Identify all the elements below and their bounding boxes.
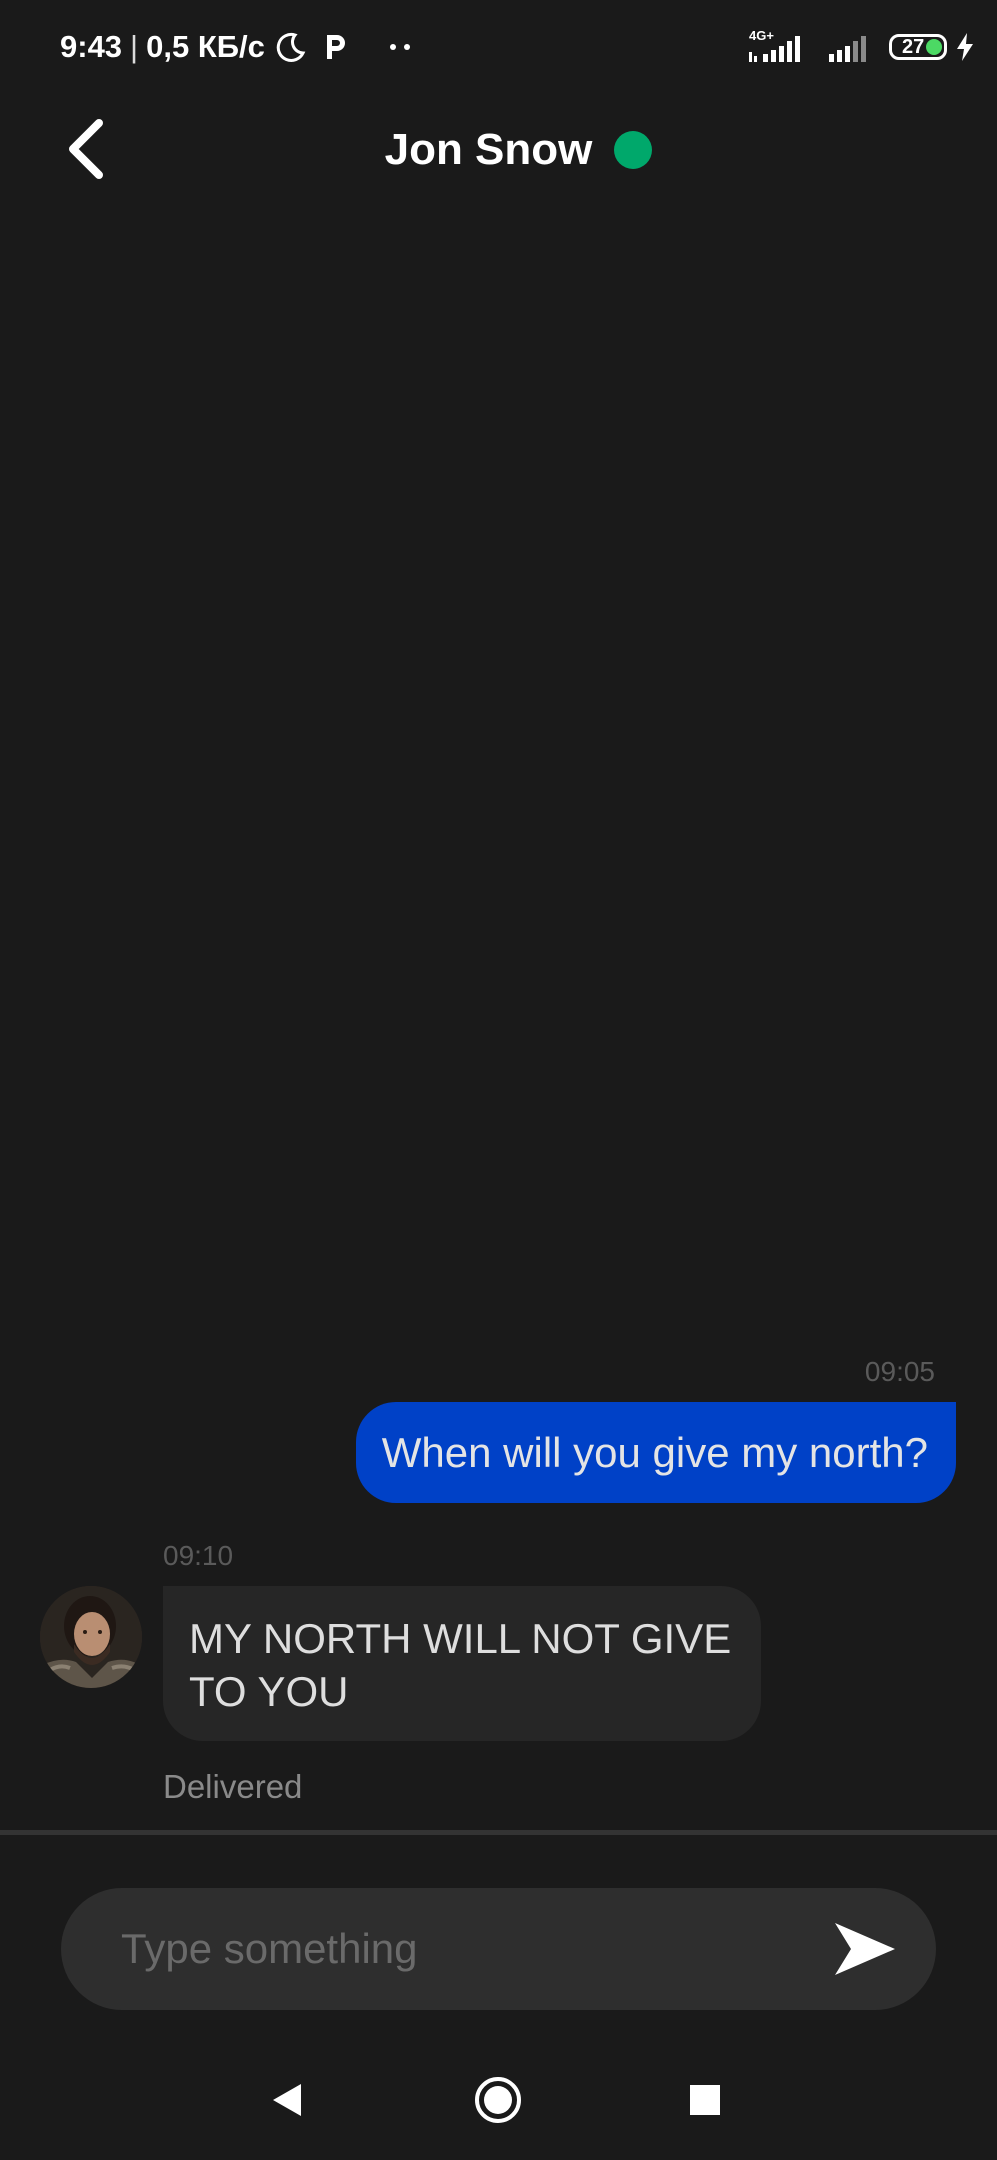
- sent-message-bubble[interactable]: When will you give my north?: [355, 1402, 956, 1503]
- status-time: 9:43: [60, 29, 123, 64]
- signal-icon-2: [829, 36, 866, 62]
- signal-4g: 4G+: [749, 28, 811, 64]
- nav-recents-button[interactable]: [665, 2060, 745, 2140]
- avatar-image: [40, 1586, 142, 1688]
- triangle-back-icon: [273, 2084, 301, 2116]
- battery-icon: 27: [889, 34, 947, 60]
- sent-message-time: 09:05: [864, 1356, 935, 1387]
- dots-icon: [389, 44, 410, 50]
- system-nav-bar: [0, 2060, 997, 2140]
- battery-level: [926, 39, 942, 55]
- delivery-status: Delivered: [163, 1768, 303, 1805]
- nav-back-button[interactable]: [248, 2060, 328, 2140]
- contact-name: Jon Snow: [384, 125, 593, 174]
- received-message-text: MY NORTH WILL NOT GIVE TO YOU: [189, 1615, 732, 1715]
- title-wrap: Jon Snow: [0, 100, 997, 200]
- status-separator: |: [130, 29, 139, 64]
- p-icon: [326, 35, 345, 59]
- message-input[interactable]: [121, 1888, 821, 2010]
- status-left: 9:43 | 0,5 КБ/с: [60, 26, 411, 68]
- chevron-left-icon: [69, 119, 103, 179]
- battery-percent: 27: [902, 36, 925, 58]
- received-message-bubble[interactable]: MY NORTH WILL NOT GIVE TO YOU: [163, 1586, 761, 1741]
- send-icon: [835, 1923, 895, 1975]
- status-speed: 0,5 КБ/с: [146, 29, 265, 64]
- charging-icon: [957, 33, 973, 61]
- home-circle-icon: [475, 2077, 521, 2123]
- sent-message-text: When will you give my north?: [381, 1428, 928, 1476]
- back-button[interactable]: [50, 114, 120, 184]
- online-status-dot: [614, 131, 653, 169]
- moon-icon: [276, 32, 306, 62]
- status-bar: 9:43 | 0,5 КБ/с 4G+ 27: [0, 0, 997, 92]
- composer: [61, 1888, 936, 2010]
- composer-divider: [0, 1830, 997, 1835]
- network-label: 4G+: [749, 28, 774, 43]
- chat-header: Jon Snow: [0, 100, 997, 200]
- received-message-time: 09:10: [163, 1540, 234, 1571]
- avatar[interactable]: [40, 1586, 142, 1688]
- square-recents-icon: [690, 2085, 720, 2115]
- status-right: 4G+ 27: [749, 26, 975, 68]
- nav-home-button[interactable]: [458, 2060, 538, 2140]
- send-button[interactable]: [832, 1916, 898, 1982]
